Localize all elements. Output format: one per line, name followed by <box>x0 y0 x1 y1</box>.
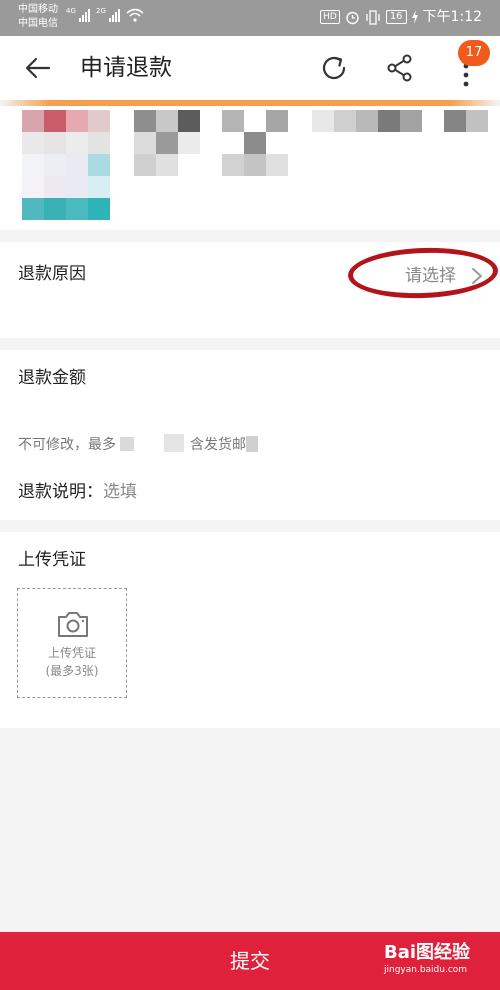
refund-description-input[interactable]: 选填 <box>103 482 137 502</box>
product-title-blur-1 <box>134 110 200 176</box>
wifi-icon <box>126 8 144 22</box>
product-thumbnail <box>22 110 110 220</box>
refund-hint-prefix: 不可修改，最多 <box>18 437 116 453</box>
baidu-watermark: Bai图经验 jingyan.baidu.com <box>384 942 470 976</box>
network-type-1: 4G <box>66 7 76 15</box>
back-arrow-icon[interactable] <box>24 54 52 82</box>
amount-blur-2 <box>164 434 184 452</box>
hd-badge: HD <box>320 10 340 24</box>
app-header: 申请退款 17 <box>0 36 500 100</box>
refund-amount-section: 退款金额 不可修改，最多 含发货邮 退款说明：选填 <box>0 350 500 520</box>
vibrate-icon <box>366 9 380 25</box>
upload-box-limit: (最多3张) <box>45 664 99 678</box>
charging-icon <box>411 10 418 24</box>
upload-box-label: 上传凭证 <box>47 646 96 660</box>
amount-blur <box>120 437 134 451</box>
product-spec-blur <box>312 110 488 132</box>
fee-blur <box>246 436 258 452</box>
carrier-2: 中国电信 <box>18 18 58 29</box>
refund-amount-hint: 不可修改，最多 含发货邮 <box>18 434 258 455</box>
refund-amount-label: 退款金额 <box>18 368 86 388</box>
status-right: HD 16 下午1:12 <box>320 8 482 26</box>
submit-button[interactable]: 提交 Bai图经验 jingyan.baidu.com <box>0 932 500 990</box>
carrier-labels: 中国移动 中国电信 <box>18 3 58 31</box>
notification-badge: 17 <box>458 40 490 66</box>
battery-level: 16 <box>385 10 407 24</box>
carrier-1: 中国移动 <box>18 4 58 15</box>
product-image-area <box>0 106 500 230</box>
share-icon[interactable] <box>384 52 416 84</box>
refund-reason-label: 退款原因 <box>18 264 86 284</box>
upload-title: 上传凭证 <box>18 550 86 570</box>
refund-description-row[interactable]: 退款说明：选填 <box>18 480 137 504</box>
product-title-blur-2 <box>222 110 288 176</box>
watermark-main: Bai图经验 <box>384 942 471 963</box>
watermark-url: jingyan.baidu.com <box>384 965 468 975</box>
signal-2-icon: 2G <box>96 8 120 22</box>
network-type-2: 2G <box>96 7 106 15</box>
signal-1-icon: 4G <box>66 8 90 22</box>
refund-description-label: 退款说明： <box>18 482 103 502</box>
status-bar: 中国移动 中国电信 4G 2G HD 16 下午1:12 <box>0 0 500 36</box>
clock: 下午1:12 <box>422 9 482 25</box>
page-title: 申请退款 <box>80 55 172 81</box>
refresh-icon[interactable] <box>318 52 350 84</box>
refund-hint-middle: 含发货邮 <box>190 437 246 453</box>
upload-photo-button[interactable]: 上传凭证 (最多3张) <box>17 588 127 698</box>
alarm-icon <box>346 11 359 24</box>
camera-icon <box>58 612 88 637</box>
